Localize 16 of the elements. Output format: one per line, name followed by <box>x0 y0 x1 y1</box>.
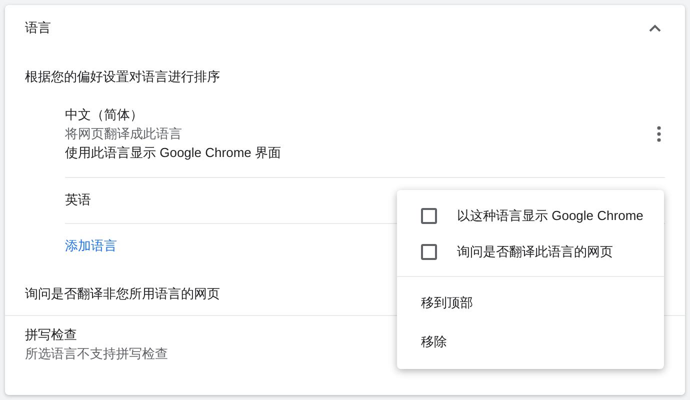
language-name: 中文（简体） <box>65 106 143 124</box>
menu-item[interactable]: 移到顶部 <box>397 283 664 322</box>
menu-item[interactable]: 移除 <box>397 322 664 361</box>
checkbox[interactable] <box>421 244 437 260</box>
checkbox-label: 询问是否翻译此语言的网页 <box>457 243 613 262</box>
checkbox[interactable] <box>421 208 437 224</box>
ui-language-note: 使用此语言显示 Google Chrome 界面 <box>65 144 281 162</box>
add-language-link[interactable]: 添加语言 <box>65 236 117 256</box>
section-title: 语言 <box>25 19 51 38</box>
translate-note: 将网页翻译成此语言 <box>65 124 182 143</box>
setting-description: 所选语言不支持拼写检查 <box>25 345 168 364</box>
language-name: 英语 <box>65 190 91 209</box>
description-text: 根据您的偏好设置对语言进行排序 <box>25 68 220 86</box>
setting-label: 拼写检查 <box>25 326 77 344</box>
checkbox-label: 以这种语言显示 Google Chrome <box>457 207 644 226</box>
setting-label: 询问是否翻译非您所用语言的网页 <box>25 286 220 301</box>
